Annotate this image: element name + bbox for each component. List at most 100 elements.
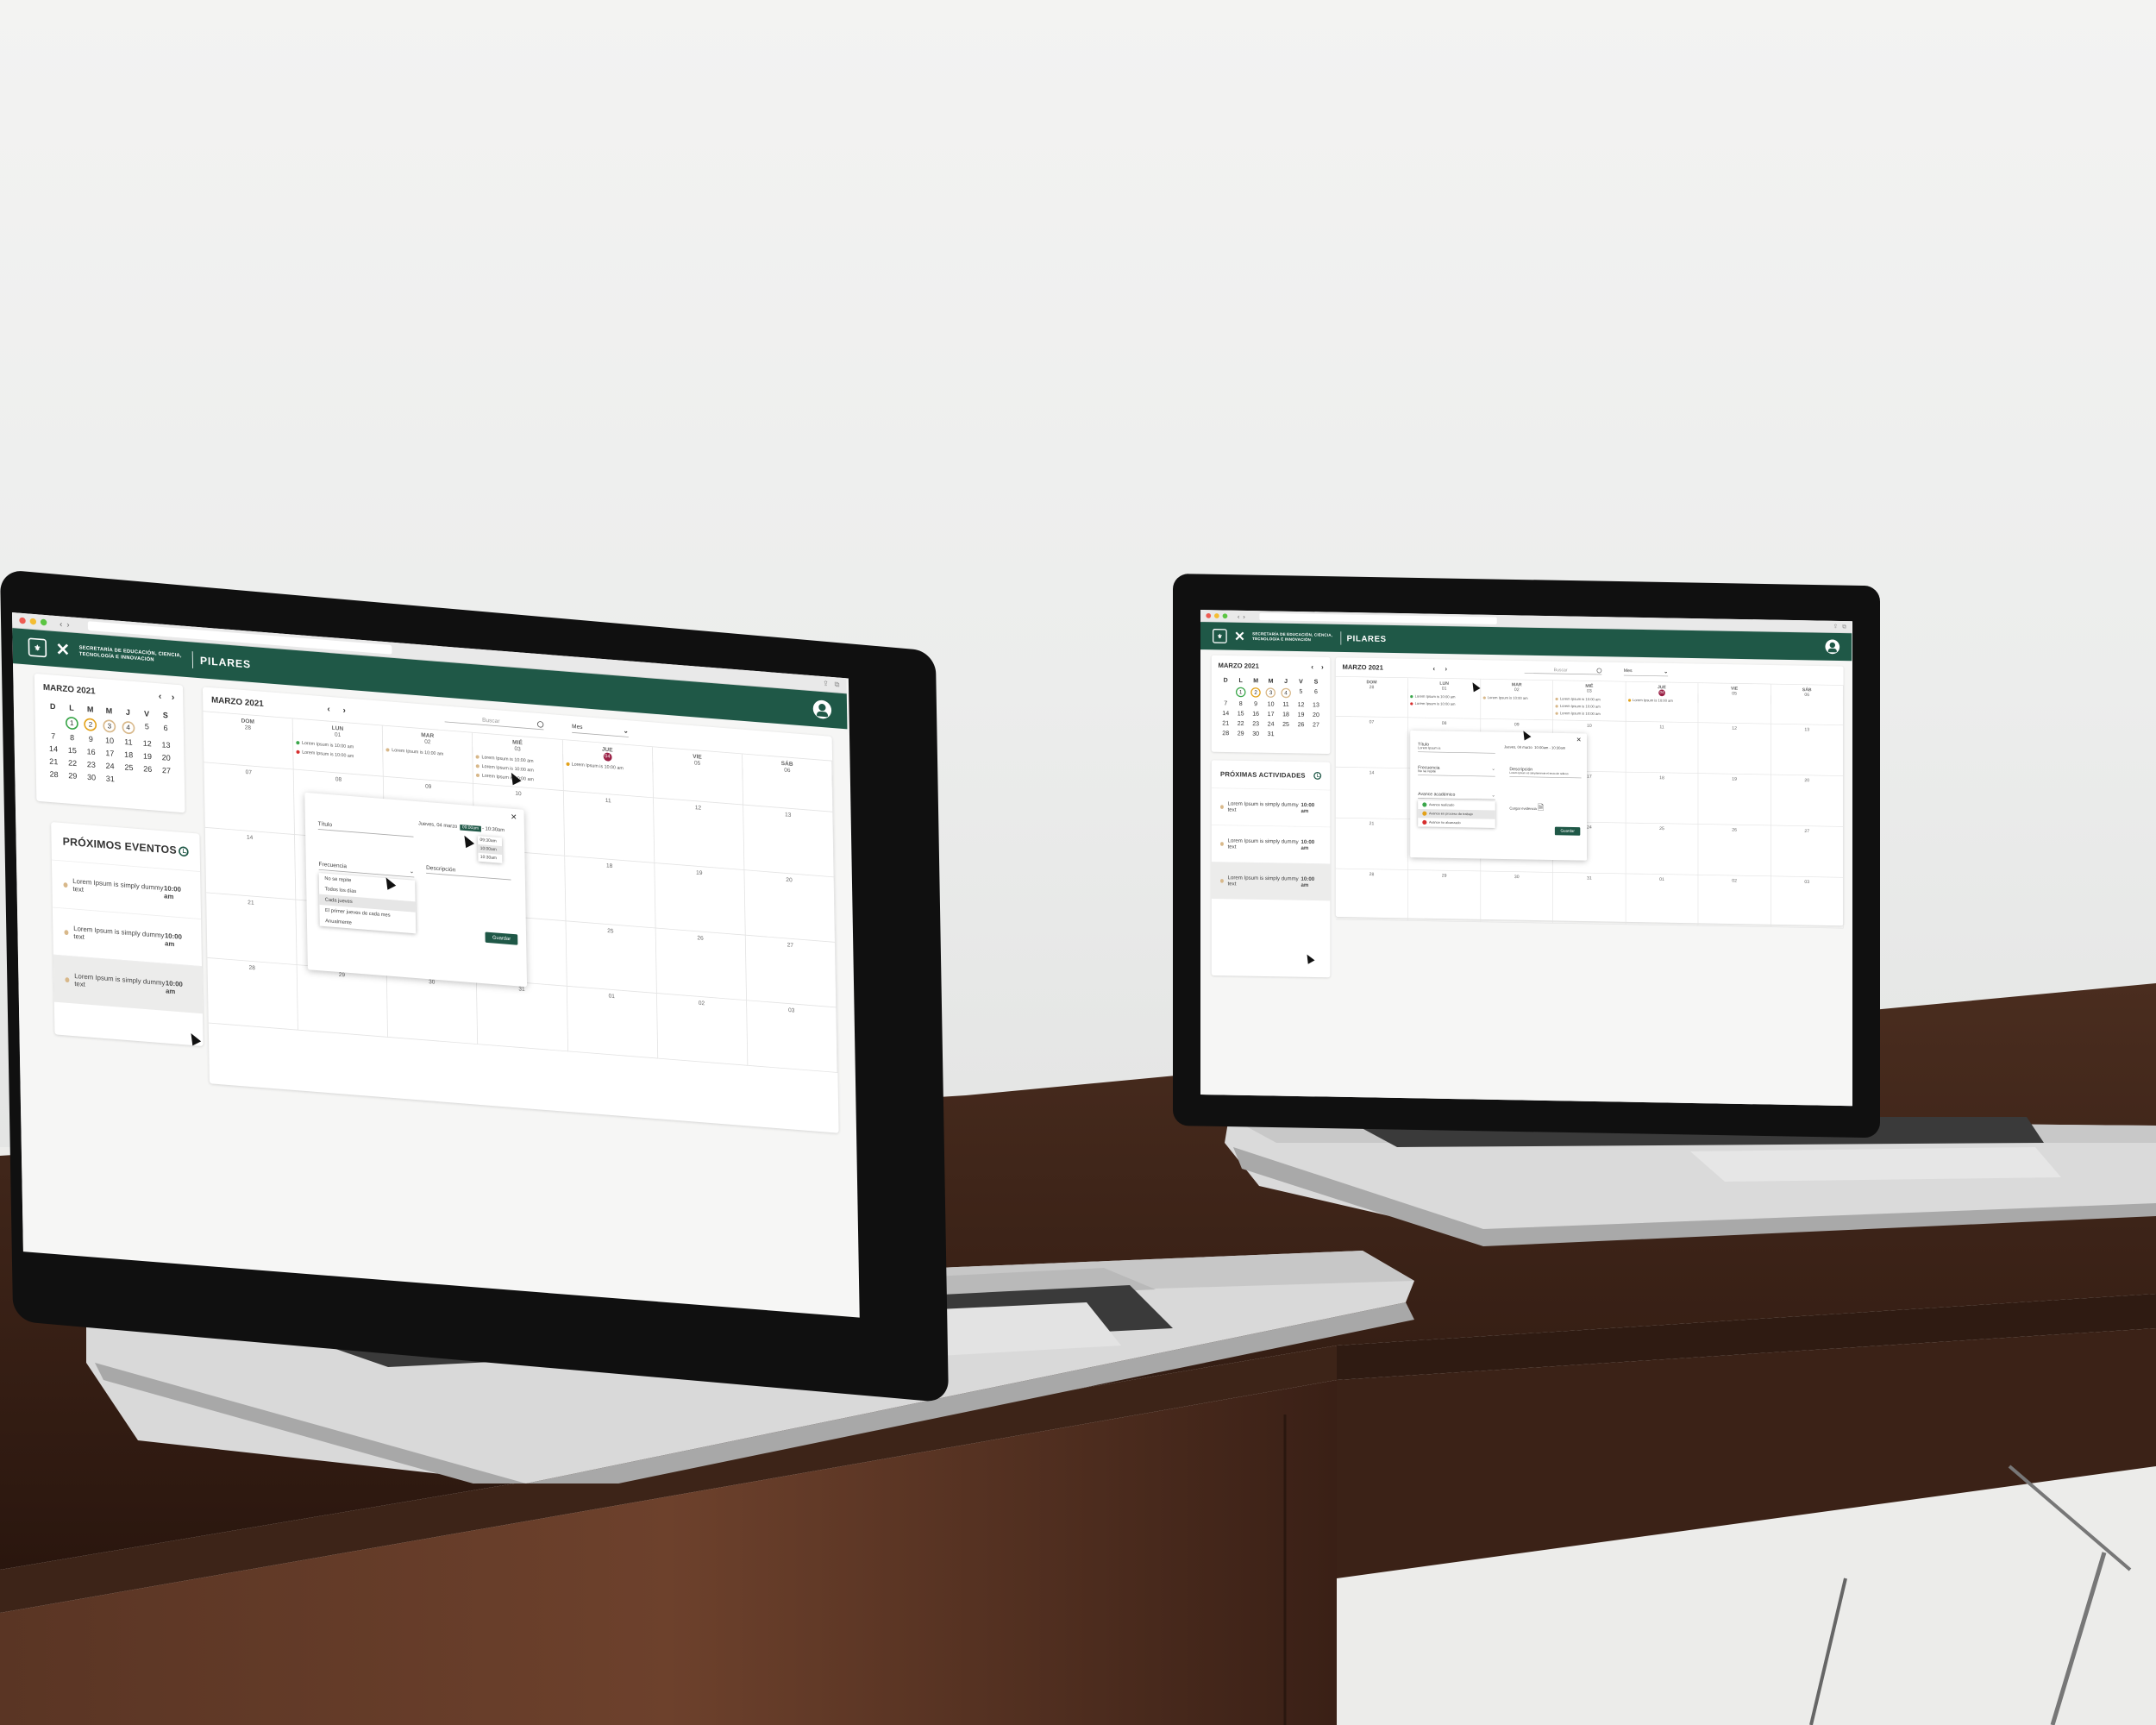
mini-day[interactable]: 18 (1278, 711, 1293, 718)
mini-day[interactable]: 1 (62, 716, 81, 731)
tabs-icon[interactable]: ⧉ (1842, 624, 1846, 630)
calendar-day-cell[interactable]: 25 (566, 921, 657, 994)
progress-dropdown[interactable]: Avance realizado Avance en proceso de tr… (1418, 800, 1495, 829)
activity-item-selected[interactable]: Lorem Ipsum is simply dummy text 10:00 am (1211, 862, 1331, 901)
mini-day[interactable]: 27 (157, 766, 176, 776)
prev-month-icon[interactable]: ‹ (1311, 662, 1313, 671)
mini-day[interactable]: 10 (1263, 701, 1278, 708)
calendar-day-cell[interactable]: 26 (655, 928, 747, 1001)
mini-day[interactable]: 28 (45, 770, 64, 781)
calendar-day-cell[interactable]: 11 (563, 791, 655, 863)
forward-arrow-icon[interactable]: › (66, 619, 69, 630)
mini-day[interactable]: 8 (63, 733, 82, 743)
view-select[interactable]: Mes ⌄ (1623, 668, 1669, 677)
calendar-day-cell[interactable]: 20 (1771, 775, 1844, 827)
mini-day[interactable]: 30 (1248, 731, 1263, 737)
mini-day[interactable]: 23 (82, 760, 101, 770)
mini-day[interactable]: 18 (119, 750, 138, 761)
calendar-day-cell[interactable] (1335, 687, 1408, 718)
mini-day[interactable]: 28 (1218, 730, 1232, 737)
mini-day[interactable]: 26 (1294, 721, 1308, 728)
prev-month-icon[interactable]: ‹ (159, 690, 162, 701)
progress-option[interactable]: Avance no alcanzado (1418, 818, 1495, 828)
mini-day[interactable]: 2 (1248, 687, 1263, 698)
calendar-day-cell[interactable]: 27 (745, 935, 837, 1008)
upload-evidence[interactable]: Cargar evidencia 🗎 (1509, 801, 1544, 815)
calendar-day-cell[interactable]: 30 (1481, 871, 1554, 924)
minimize-dot[interactable] (1214, 613, 1219, 618)
mini-day[interactable]: 22 (63, 759, 82, 769)
calendar-event[interactable]: Lorem Ipsum is 10:00 am (1627, 699, 1695, 704)
calendar-day-cell[interactable]: 27 (1771, 825, 1844, 878)
description-field[interactable]: Descripción Lorem Ipsum es simplemente el… (1509, 766, 1582, 779)
mini-day[interactable]: 7 (44, 731, 63, 742)
calendar-day-cell[interactable]: 30 (386, 972, 479, 1045)
close-dot[interactable] (19, 617, 26, 624)
mini-day[interactable]: 21 (1218, 720, 1232, 727)
back-arrow-icon[interactable]: ‹ (1238, 612, 1240, 620)
mini-day[interactable]: 25 (119, 763, 138, 774)
maximize-dot[interactable] (40, 618, 47, 626)
calendar-event[interactable]: Lorem Ipsum is 10:00 am (296, 750, 380, 761)
mini-day[interactable]: 14 (1218, 710, 1232, 717)
calendar-event[interactable]: Lorem Ipsum is 10:00 am (1410, 702, 1477, 707)
calendar-event[interactable]: Lorem Ipsum is 10:00 am (385, 747, 470, 758)
mini-day[interactable]: 13 (157, 741, 176, 751)
share-icon[interactable]: ⇪ (823, 680, 829, 688)
calendar-day-cell[interactable]: 28 (207, 957, 298, 1031)
calendar-day-cell[interactable]: 28 (1335, 869, 1408, 921)
frequency-field[interactable]: Frecuencia ⌄ No se repite (1418, 764, 1495, 777)
user-avatar-icon[interactable] (812, 699, 832, 720)
mini-day[interactable]: 16 (1248, 711, 1263, 718)
calendar-day-cell[interactable]: Lorem Ipsum is 10:00 am (1626, 693, 1699, 724)
calendar-day-cell[interactable]: 13 (1771, 724, 1844, 776)
view-select[interactable]: Mes ⌄ (572, 723, 629, 737)
mini-day[interactable]: 31 (101, 775, 120, 785)
calendar-day-cell[interactable]: 02 (1698, 875, 1771, 928)
activity-item[interactable]: Lorem Ipsum is simply dummy text 10:00 am (1211, 787, 1331, 827)
calendar-day-cell[interactable]: 21 (1335, 818, 1408, 870)
calendar-day-cell[interactable]: 03 (746, 1000, 838, 1073)
frequency-dropdown[interactable]: No se repite Todos los días Cada jueves … (318, 872, 417, 934)
calendar-day-cell[interactable]: 02 (656, 993, 749, 1066)
activity-item[interactable]: Lorem Ipsum is simply dummy text 10:00 am (1211, 825, 1331, 864)
search-input[interactable]: Buscar (1524, 667, 1602, 675)
mini-day[interactable]: 29 (1233, 731, 1248, 737)
prev-icon[interactable]: ‹ (327, 704, 329, 714)
calendar-day-cell[interactable] (1771, 695, 1844, 725)
mini-day[interactable]: 3 (1263, 687, 1278, 699)
calendar-day-cell[interactable]: Lorem Ipsum is 10:00 am Lorem Ipsum is 10… (1553, 691, 1626, 722)
calendar-day-cell[interactable]: 03 (1771, 876, 1844, 929)
minimize-dot[interactable] (29, 618, 37, 625)
mini-day[interactable]: 20 (1308, 712, 1323, 718)
tabs-icon[interactable]: ⧉ (834, 681, 839, 688)
mini-day[interactable]: 19 (1294, 712, 1308, 718)
save-button[interactable]: Guardar (485, 932, 518, 945)
calendar-day-cell[interactable]: Lorem Ipsum is 10:00 am Lorem Ipsum is 10… (1407, 688, 1482, 719)
forward-arrow-icon[interactable]: › (1243, 612, 1245, 620)
mini-day[interactable]: 9 (1248, 700, 1263, 707)
mini-day[interactable]: 25 (1278, 721, 1293, 728)
mini-day[interactable]: 19 (138, 752, 157, 762)
mini-day[interactable]: 15 (1233, 711, 1248, 718)
calendar-day-cell[interactable]: 18 (564, 856, 656, 929)
calendar-day-cell[interactable]: 13 (743, 805, 835, 878)
calendar-day-cell[interactable]: 01 (567, 986, 658, 1059)
calendar-day-cell[interactable]: 19 (1698, 773, 1771, 826)
calendar-day-cell[interactable]: 26 (1698, 824, 1771, 877)
calendar-event[interactable]: Lorem Ipsum is 10:00 am (566, 762, 649, 773)
mini-day[interactable]: 22 (1233, 720, 1248, 727)
calendar-event[interactable]: Lorem Ipsum is 10:00 am (1482, 696, 1551, 701)
mini-day[interactable]: 4 (119, 720, 138, 735)
close-icon[interactable]: ✕ (1576, 736, 1582, 743)
search-input[interactable]: Buscar (444, 713, 544, 731)
calendar-day-cell[interactable] (1698, 693, 1771, 724)
calendar-day-cell[interactable]: 21 (206, 893, 298, 966)
mini-day[interactable]: 8 (1233, 700, 1248, 707)
share-icon[interactable]: ⇪ (1833, 624, 1838, 630)
mini-day[interactable]: 29 (63, 771, 82, 781)
mini-day[interactable]: 23 (1248, 720, 1263, 727)
mini-day[interactable]: 20 (157, 753, 176, 763)
date-time[interactable]: Jueves, 04 marzo 10:00am - 10:30am (1504, 745, 1565, 750)
calendar-day-cell[interactable]: 07 (204, 762, 296, 835)
